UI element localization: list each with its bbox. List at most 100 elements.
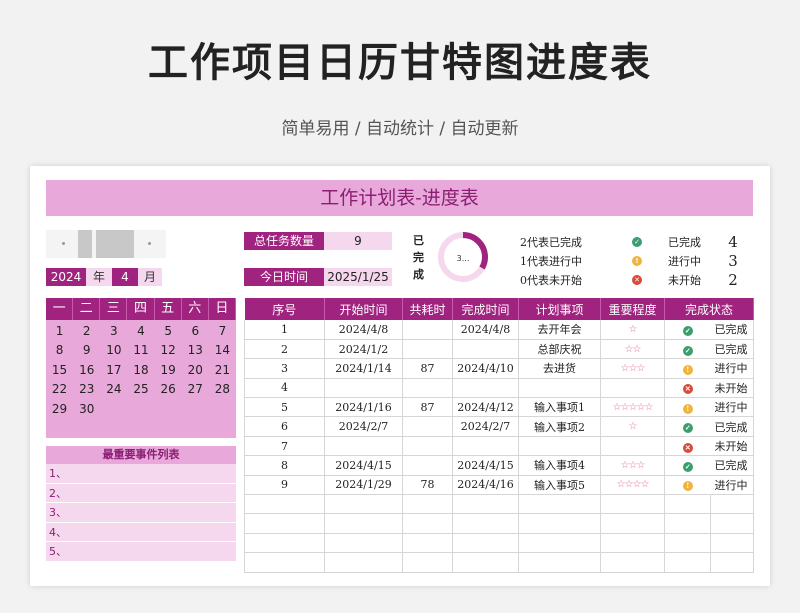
cell-start[interactable]: 2024/4/15 [324,455,403,476]
cell-no[interactable]: 9 [244,475,325,496]
empty-cell[interactable] [452,494,519,515]
calendar-day[interactable]: 3 [100,322,127,341]
calendar-day[interactable]: 18 [127,361,154,380]
empty-cell[interactable] [324,552,403,573]
empty-cell[interactable] [664,533,711,554]
cell-end[interactable] [452,339,519,360]
calendar-day[interactable]: 16 [73,361,100,380]
calendar-day[interactable]: 9 [73,341,100,360]
calendar-day[interactable]: 27 [182,380,209,399]
cell-start[interactable]: 2024/1/14 [324,358,403,379]
cell-start[interactable]: 2024/1/16 [324,397,403,418]
calendar-day[interactable]: 17 [100,361,127,380]
calendar-day[interactable]: 19 [155,361,182,380]
cell-start[interactable]: 2024/1/29 [324,475,403,496]
cell-days[interactable] [402,378,453,399]
importance-stars[interactable]: ☆ [600,416,665,437]
empty-cell[interactable] [600,552,665,573]
empty-cell[interactable] [710,552,755,573]
empty-cell[interactable] [518,533,601,554]
cell-no[interactable]: 4 [244,378,325,399]
cell-item[interactable]: 去进货 [518,358,601,379]
calendar-day[interactable]: 23 [73,380,100,399]
calendar-day[interactable]: 20 [182,361,209,380]
empty-cell[interactable] [324,533,403,554]
importance-stars[interactable]: ☆☆☆☆☆ [600,397,665,418]
cell-days[interactable] [402,436,453,457]
importance-stars[interactable]: ☆ [600,320,665,340]
calendar-day[interactable]: 26 [155,380,182,399]
calendar-day[interactable]: 4 [127,322,154,341]
cell-end[interactable]: 2024/2/7 [452,416,519,437]
status-text[interactable]: 未开始 [710,378,755,399]
cell-end[interactable]: 2024/4/10 [452,358,519,379]
cell-days[interactable]: 78 [402,475,453,496]
calendar-day[interactable]: 6 [182,322,209,341]
cell-start[interactable] [324,436,403,457]
importance-stars[interactable] [600,378,665,399]
empty-cell[interactable] [324,494,403,515]
cell-no[interactable]: 1 [244,320,325,340]
status-text[interactable]: 已完成 [710,416,755,437]
calendar-day[interactable]: 15 [46,361,73,380]
total-tasks-value[interactable]: 9 [324,232,392,250]
empty-cell[interactable] [518,552,601,573]
status-text[interactable]: 已完成 [710,455,755,476]
calendar-day[interactable]: 25 [127,380,154,399]
status-text[interactable]: 进行中 [710,475,755,496]
cell-end[interactable]: 2024/4/16 [452,475,519,496]
calendar-day[interactable]: 13 [182,341,209,360]
empty-cell[interactable] [452,552,519,573]
cell-start[interactable]: 2024/2/7 [324,416,403,437]
calendar-day[interactable]: 11 [127,341,154,360]
cell-end[interactable]: 2024/4/15 [452,455,519,476]
cell-end[interactable]: 2024/4/12 [452,397,519,418]
calendar-day[interactable]: 1 [46,322,73,341]
month-value[interactable]: 4 [112,268,138,286]
calendar-day[interactable]: 12 [155,341,182,360]
calendar-day[interactable] [209,400,236,419]
calendar-day[interactable]: 8 [46,341,73,360]
calendar-day[interactable] [100,400,127,419]
calendar-day[interactable]: 14 [209,341,236,360]
empty-cell[interactable] [452,513,519,534]
cell-item[interactable] [518,436,601,457]
calendar-day[interactable]: 24 [100,380,127,399]
cell-item[interactable]: 输入事项5 [518,475,601,496]
calendar-day[interactable] [155,400,182,419]
cell-item[interactable]: 输入事项4 [518,455,601,476]
cell-item[interactable] [518,378,601,399]
cell-no[interactable]: 6 [244,416,325,437]
empty-cell[interactable] [244,552,325,573]
empty-cell[interactable] [518,513,601,534]
empty-cell[interactable] [402,513,453,534]
empty-cell[interactable] [664,552,711,573]
status-text[interactable]: 未开始 [710,436,755,457]
cell-days[interactable] [402,455,453,476]
cell-days[interactable]: 87 [402,358,453,379]
cell-item[interactable]: 去开年会 [518,320,601,340]
status-text[interactable]: 已完成 [710,320,755,340]
empty-cell[interactable] [710,494,755,515]
cell-item[interactable]: 输入事项2 [518,416,601,437]
year-value[interactable]: 2024 [46,268,86,286]
cell-start[interactable]: 2024/4/8 [324,320,403,340]
calendar-day[interactable]: 22 [46,380,73,399]
empty-cell[interactable] [324,513,403,534]
status-text[interactable]: 进行中 [710,358,755,379]
empty-cell[interactable] [402,552,453,573]
empty-cell[interactable] [710,513,755,534]
empty-cell[interactable] [600,533,665,554]
cell-no[interactable]: 3 [244,358,325,379]
cell-start[interactable]: 2024/1/2 [324,339,403,360]
empty-cell[interactable] [452,533,519,554]
importance-stars[interactable]: ☆☆☆ [600,358,665,379]
event-item[interactable]: 1、 [46,464,236,484]
empty-cell[interactable] [600,513,665,534]
importance-stars[interactable]: ☆☆☆ [600,455,665,476]
cell-days[interactable] [402,339,453,360]
calendar-day[interactable] [182,400,209,419]
event-item[interactable]: 3、 [46,503,236,523]
empty-cell[interactable] [402,533,453,554]
empty-cell[interactable] [518,494,601,515]
